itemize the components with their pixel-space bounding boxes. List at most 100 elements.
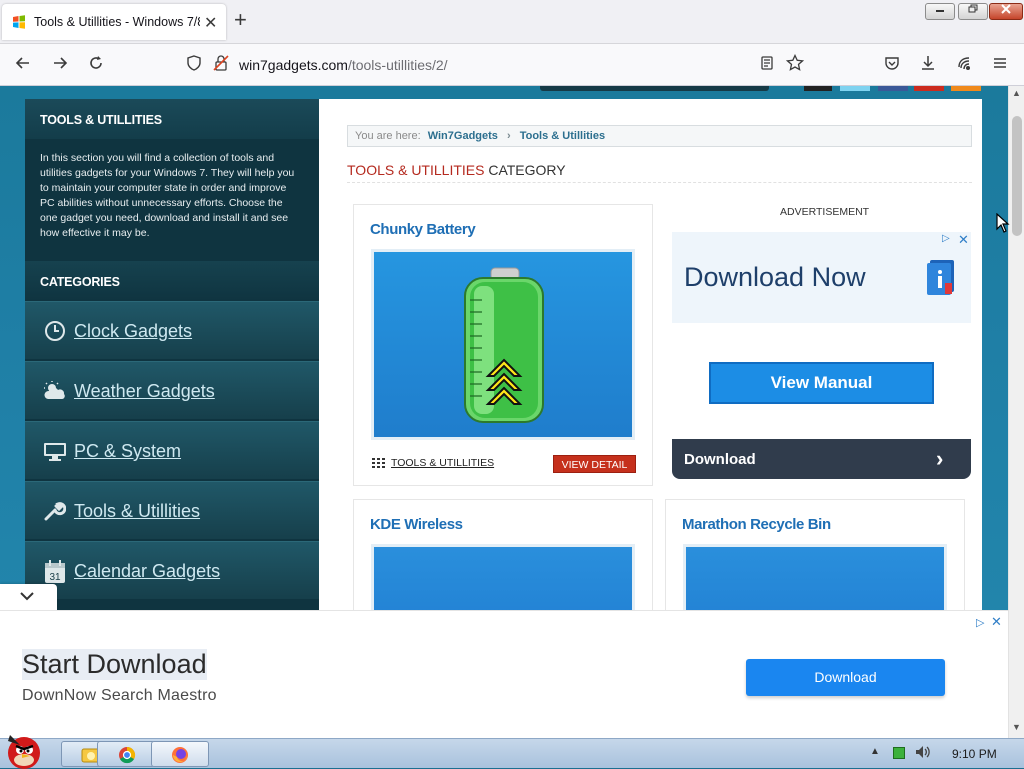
monitor-icon — [43, 440, 67, 464]
chrome-icon — [119, 746, 136, 764]
breadcrumb-prefix: You are here: — [355, 130, 421, 142]
sidebar-item-tools-utillities[interactable]: Tools & Utillities — [25, 481, 319, 539]
ad-close-icon[interactable]: ✕ — [958, 232, 969, 248]
url-path: /tools-utillities/2/ — [347, 57, 448, 73]
minimize-icon — [936, 10, 944, 12]
restore-button[interactable] — [958, 3, 988, 20]
wrench-icon — [43, 500, 67, 524]
insecure-lock-icon[interactable] — [210, 54, 232, 76]
calendar-icon: 31 — [43, 560, 67, 584]
ad-download-label: Download — [684, 451, 756, 468]
overlay-collapse-tab[interactable] — [0, 584, 57, 610]
heading-divider — [347, 182, 972, 183]
sidebar-item-label[interactable]: Clock Gadgets — [74, 321, 192, 342]
browser-tab[interactable]: Tools & Utillities - Windows 7/8 ✕ — [2, 4, 226, 40]
gadget-card: Chunky Battery TOOLS & UTILLITIES VIEW D… — [353, 204, 653, 486]
card-title[interactable]: Marathon Recycle Bin — [682, 516, 831, 533]
tab-close-icon[interactable]: ✕ — [204, 13, 217, 33]
sidebar-title: TOOLS & UTILLITIES — [40, 113, 162, 127]
category-heading: TOOLS & UTILLITIES CATEGORY — [347, 162, 566, 178]
tab-title: Tools & Utillities - Windows 7/8 — [34, 15, 200, 29]
social-icon[interactable] — [914, 86, 944, 91]
restore-icon — [968, 4, 978, 13]
taskbar-clock[interactable]: 9:10 PM — [952, 747, 997, 761]
chevron-down-icon — [18, 587, 36, 610]
back-icon[interactable] — [12, 54, 34, 76]
social-icon[interactable] — [804, 86, 832, 91]
windows-logo-icon — [13, 15, 25, 29]
overlay-ad[interactable]: ▷ ✕ Start Download DownNow Search Maestr… — [0, 610, 1008, 738]
ad-headline[interactable]: Download Now — [684, 262, 866, 293]
battery-image — [464, 267, 544, 423]
sidebar-item-label[interactable]: PC & System — [74, 441, 181, 462]
new-tab-button[interactable]: + — [234, 8, 247, 32]
view-detail-button[interactable]: VIEW DETAIL — [553, 455, 636, 473]
search-box-edge[interactable] — [540, 86, 769, 91]
scroll-up-icon[interactable]: ▲ — [1012, 88, 1021, 98]
taskbar-firefox-button[interactable] — [151, 741, 209, 767]
network-icon[interactable] — [893, 747, 905, 759]
scrollbar-thumb[interactable] — [1012, 116, 1022, 236]
breadcrumb-separator-icon: › — [506, 130, 511, 142]
downloads-icon[interactable] — [917, 54, 939, 76]
reload-icon[interactable] — [85, 54, 107, 76]
sidebar-item-pc-system[interactable]: PC & System — [25, 421, 319, 479]
category-heading-red: TOOLS & UTILLITIES — [347, 162, 485, 178]
forward-icon[interactable] — [49, 54, 71, 76]
adchoices-icon[interactable]: ▷ — [942, 233, 950, 244]
categories-header: CATEGORIES — [25, 261, 319, 301]
url-bar[interactable]: win7gadgets.com/tools-utillities/2/ — [239, 57, 448, 73]
gadget-thumbnail[interactable] — [371, 249, 635, 440]
menu-hamburger-icon[interactable] — [989, 54, 1011, 76]
minimize-button[interactable] — [925, 3, 955, 20]
ad-banner[interactable]: ▷ ✕ Download Now — [672, 232, 971, 323]
ad-close-icon[interactable]: ✕ — [991, 614, 1002, 630]
breadcrumb-item[interactable]: Win7Gadgets — [428, 130, 498, 142]
window-close-button[interactable] — [989, 3, 1023, 20]
rss-icon[interactable] — [951, 86, 981, 91]
card-title[interactable]: KDE Wireless — [370, 516, 463, 533]
extensions-icon[interactable] — [953, 54, 975, 76]
sidebar-item-weather-gadgets[interactable]: Weather Gadgets — [25, 361, 319, 419]
breadcrumb-item[interactable]: Tools & Utillities — [520, 130, 605, 142]
volume-icon[interactable] — [914, 744, 930, 763]
shield-icon[interactable] — [183, 54, 205, 76]
firefox-icon — [172, 747, 188, 763]
overlay-download-button[interactable]: Download — [746, 659, 945, 696]
url-domain: win7gadgets.com — [239, 57, 348, 73]
browser-nav-bar: win7gadgets.com/tools-utillities/2/ — [0, 44, 1024, 86]
sidebar-item-label[interactable]: Calendar Gadgets — [74, 561, 220, 582]
card-category-link[interactable]: TOOLS & UTILLITIES — [391, 457, 494, 469]
social-icon[interactable] — [840, 86, 870, 91]
overlay-ad-title[interactable]: Start Download — [22, 649, 207, 680]
sidebar-description: In this section you will find a collecti… — [40, 152, 295, 239]
sidebar-item-label[interactable]: Weather Gadgets — [74, 381, 215, 402]
start-button-bird-icon[interactable] — [0, 729, 50, 769]
view-manual-button[interactable]: View Manual — [709, 362, 934, 404]
card-title[interactable]: Chunky Battery — [370, 221, 476, 238]
ad-download-bar[interactable]: Download › — [672, 439, 971, 479]
pocket-icon[interactable] — [881, 54, 903, 76]
clock-icon — [43, 320, 67, 344]
reader-view-icon[interactable] — [756, 54, 778, 76]
bookmark-star-icon[interactable] — [784, 53, 806, 76]
sidebar: TOOLS & UTILLITIES In this section you w… — [25, 99, 319, 639]
sidebar-item-clock-gadgets[interactable]: Clock Gadgets — [25, 301, 319, 359]
advertisement-label: ADVERTISEMENT — [780, 206, 870, 218]
mouse-cursor-icon — [996, 213, 1010, 233]
document-icon — [927, 260, 954, 295]
social-icon[interactable] — [878, 86, 908, 91]
scrollbar[interactable]: ▲ ▼ — [1008, 86, 1024, 738]
sidebar-item-calendar-gadgets[interactable]: 31 Calendar Gadgets — [25, 541, 319, 599]
main-content: You are here: Win7Gadgets › Tools & Util… — [319, 99, 982, 664]
adchoices-icon[interactable]: ▷ — [976, 616, 984, 629]
chevron-right-icon: › — [936, 446, 944, 471]
browser-tab-bar: Tools & Utillities - Windows 7/8 ✕ + — [0, 0, 1024, 44]
taskbar-chrome-button[interactable] — [97, 741, 155, 767]
breadcrumb: You are here: Win7Gadgets › Tools & Util… — [347, 125, 972, 147]
close-icon — [1001, 4, 1011, 14]
scroll-down-icon[interactable]: ▼ — [1012, 722, 1021, 732]
categories-title: CATEGORIES — [40, 275, 120, 289]
sidebar-item-label[interactable]: Tools & Utillities — [74, 501, 200, 522]
tray-expand-icon[interactable]: ▲ — [870, 746, 880, 757]
